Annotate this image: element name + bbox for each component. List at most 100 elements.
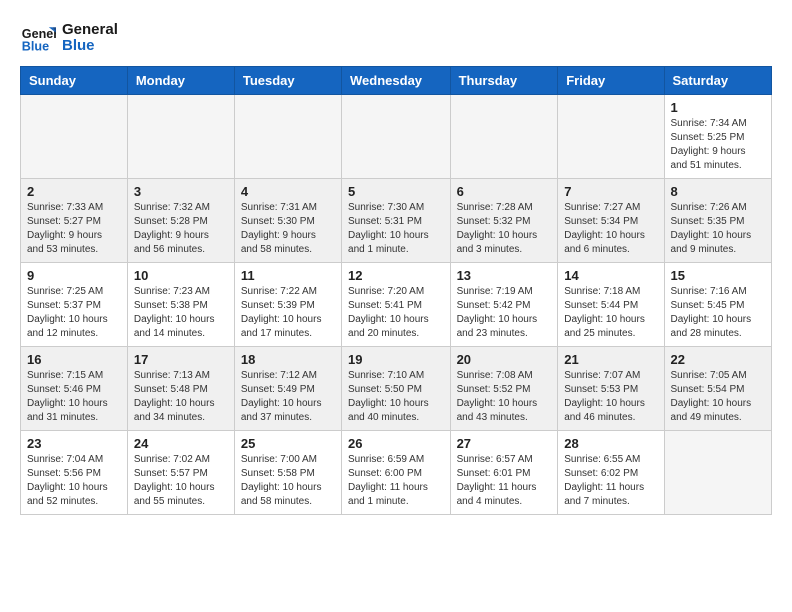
day-info: Sunrise: 7:00 AM Sunset: 5:58 PM Dayligh… [241,453,335,509]
day-info: Sunrise: 7:30 AM Sunset: 5:31 PM Dayligh… [348,201,444,257]
calendar-table: SundayMondayTuesdayWednesdayThursdayFrid… [20,66,772,515]
day-number: 23 [27,436,121,451]
day-number: 7 [564,184,657,199]
calendar-cell: 10Sunrise: 7:23 AM Sunset: 5:38 PM Dayli… [127,263,234,347]
calendar-cell: 6 Sunrise: 7:28 AM Sunset: 5:32 PM Daylig… [450,179,558,263]
calendar-cell: 27 Sunrise: 6:57 AM Sunset: 6:01 PM Dayli… [450,431,558,515]
day-number: 19 [348,352,444,367]
calendar-cell: 2Sunrise: 7:33 AM Sunset: 5:27 PM Daylig… [21,179,128,263]
calendar-cell [558,95,664,179]
day-number: 26 [348,436,444,451]
calendar-cell: 14Sunrise: 7:18 AM Sunset: 5:44 PM Dayli… [558,263,664,347]
weekday-header-row: SundayMondayTuesdayWednesdayThursdayFrid… [21,67,772,95]
calendar-cell [21,95,128,179]
logo-blue: Blue [62,38,118,55]
day-number: 20 [457,352,552,367]
calendar-cell: 18Sunrise: 7:12 AM Sunset: 5:49 PM Dayli… [234,347,341,431]
day-info: Sunrise: 7:22 AM Sunset: 5:39 PM Dayligh… [241,285,335,341]
logo-general: General [62,22,118,39]
calendar-cell: 23 Sunrise: 7:04 AM Sunset: 5:56 PM Dayli… [21,431,128,515]
day-info: Sunrise: 7:34 AM Sunset: 5:25 PM Dayligh… [671,117,765,173]
calendar-cell [664,431,771,515]
day-number: 16 [27,352,121,367]
calendar-cell: 7 Sunrise: 7:27 AM Sunset: 5:34 PM Daylig… [558,179,664,263]
calendar-cell [234,95,341,179]
day-info: Sunrise: 7:02 AM Sunset: 5:57 PM Dayligh… [134,453,228,509]
calendar-week-row: 16 Sunrise: 7:15 AM Sunset: 5:46 PM Dayli… [21,347,772,431]
calendar-cell: 24 Sunrise: 7:02 AM Sunset: 5:57 PM Dayli… [127,431,234,515]
calendar-cell: 20 Sunrise: 7:08 AM Sunset: 5:52 PM Dayli… [450,347,558,431]
logo-icon: General Blue [20,20,56,56]
day-info: Sunrise: 7:07 AM Sunset: 5:53 PM Dayligh… [564,369,657,425]
calendar-cell [342,95,451,179]
calendar-cell: 8 Sunrise: 7:26 AM Sunset: 5:35 PM Daylig… [664,179,771,263]
calendar-cell: 5 Sunrise: 7:30 AM Sunset: 5:31 PM Daylig… [342,179,451,263]
calendar-cell: 13 Sunrise: 7:19 AM Sunset: 5:42 PM Dayli… [450,263,558,347]
day-number: 28 [564,436,657,451]
day-info: Sunrise: 7:32 AM Sunset: 5:28 PM Dayligh… [134,201,228,257]
day-number: 6 [457,184,552,199]
weekday-header-sunday: Sunday [21,67,128,95]
day-number: 15 [671,268,765,283]
calendar-week-row: 9 Sunrise: 7:25 AM Sunset: 5:37 PM Daylig… [21,263,772,347]
calendar-cell: 3 Sunrise: 7:32 AM Sunset: 5:28 PM Daylig… [127,179,234,263]
day-number: 18 [241,352,335,367]
calendar-cell: 4 Sunrise: 7:31 AM Sunset: 5:30 PM Daylig… [234,179,341,263]
day-info: Sunrise: 7:26 AM Sunset: 5:35 PM Dayligh… [671,201,765,257]
day-info: Sunrise: 7:13 AM Sunset: 5:48 PM Dayligh… [134,369,228,425]
calendar-week-row: 1 Sunrise: 7:34 AM Sunset: 5:25 PM Daylig… [21,95,772,179]
day-info: Sunrise: 7:27 AM Sunset: 5:34 PM Dayligh… [564,201,657,257]
calendar-cell: 12Sunrise: 7:20 AM Sunset: 5:41 PM Dayli… [342,263,451,347]
day-info: Sunrise: 7:28 AM Sunset: 5:32 PM Dayligh… [457,201,552,257]
day-number: 14 [564,268,657,283]
weekday-header-friday: Friday [558,67,664,95]
calendar-cell: 21 Sunrise: 7:07 AM Sunset: 5:53 PM Dayli… [558,347,664,431]
day-number: 8 [671,184,765,199]
calendar-cell: 26Sunrise: 6:59 AM Sunset: 6:00 PM Dayli… [342,431,451,515]
day-number: 9 [27,268,121,283]
weekday-header-wednesday: Wednesday [342,67,451,95]
day-number: 27 [457,436,552,451]
calendar-cell [127,95,234,179]
calendar-cell: 16 Sunrise: 7:15 AM Sunset: 5:46 PM Dayli… [21,347,128,431]
day-number: 25 [241,436,335,451]
logo: General Blue General Blue [20,20,118,56]
day-info: Sunrise: 7:04 AM Sunset: 5:56 PM Dayligh… [27,453,121,509]
calendar-week-row: 23 Sunrise: 7:04 AM Sunset: 5:56 PM Dayli… [21,431,772,515]
day-info: Sunrise: 7:31 AM Sunset: 5:30 PM Dayligh… [241,201,335,257]
calendar-cell: 15 Sunrise: 7:16 AM Sunset: 5:45 PM Dayli… [664,263,771,347]
day-number: 4 [241,184,335,199]
day-info: Sunrise: 7:10 AM Sunset: 5:50 PM Dayligh… [348,369,444,425]
calendar-cell: 9 Sunrise: 7:25 AM Sunset: 5:37 PM Daylig… [21,263,128,347]
day-info: Sunrise: 6:57 AM Sunset: 6:01 PM Dayligh… [457,453,552,509]
day-number: 3 [134,184,228,199]
day-number: 17 [134,352,228,367]
calendar-cell [450,95,558,179]
day-info: Sunrise: 7:08 AM Sunset: 5:52 PM Dayligh… [457,369,552,425]
day-number: 11 [241,268,335,283]
day-info: Sunrise: 6:55 AM Sunset: 6:02 PM Dayligh… [564,453,657,509]
svg-text:Blue: Blue [22,40,49,54]
day-info: Sunrise: 7:16 AM Sunset: 5:45 PM Dayligh… [671,285,765,341]
day-info: Sunrise: 7:15 AM Sunset: 5:46 PM Dayligh… [27,369,121,425]
weekday-header-thursday: Thursday [450,67,558,95]
day-number: 12 [348,268,444,283]
day-number: 2 [27,184,121,199]
weekday-header-tuesday: Tuesday [234,67,341,95]
day-number: 24 [134,436,228,451]
day-number: 13 [457,268,552,283]
day-info: Sunrise: 7:19 AM Sunset: 5:42 PM Dayligh… [457,285,552,341]
day-info: Sunrise: 7:25 AM Sunset: 5:37 PM Dayligh… [27,285,121,341]
calendar-cell: 25 Sunrise: 7:00 AM Sunset: 5:58 PM Dayli… [234,431,341,515]
day-info: Sunrise: 7:05 AM Sunset: 5:54 PM Dayligh… [671,369,765,425]
header: General Blue General Blue [20,20,772,56]
day-number: 5 [348,184,444,199]
day-number: 10 [134,268,228,283]
weekday-header-monday: Monday [127,67,234,95]
day-number: 1 [671,100,765,115]
day-number: 21 [564,352,657,367]
calendar-week-row: 2Sunrise: 7:33 AM Sunset: 5:27 PM Daylig… [21,179,772,263]
day-number: 22 [671,352,765,367]
weekday-header-saturday: Saturday [664,67,771,95]
calendar-cell: 17 Sunrise: 7:13 AM Sunset: 5:48 PM Dayli… [127,347,234,431]
